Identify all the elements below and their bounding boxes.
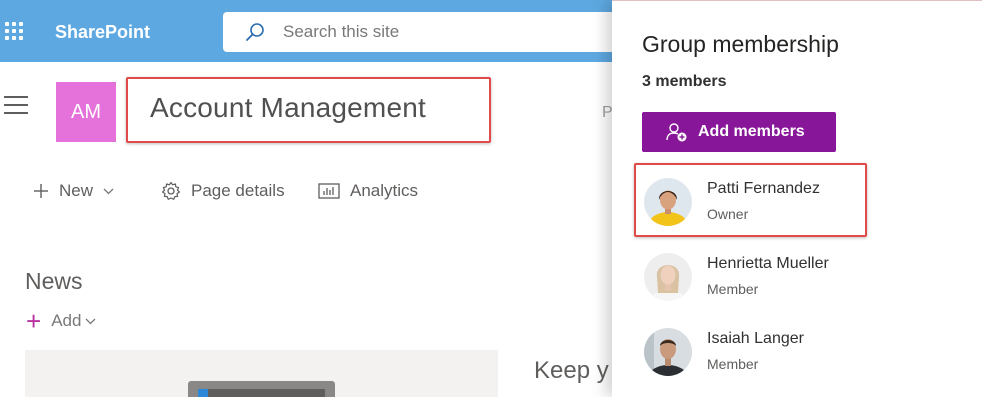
analytics-label: Analytics [350, 181, 419, 200]
group-membership-panel: Group membership 3 members Add members P… [612, 0, 982, 397]
panel-title: Group membership [642, 31, 839, 57]
add-member-icon [666, 123, 687, 142]
analytics-icon [318, 183, 340, 199]
chevron-down-icon [85, 318, 96, 324]
member-name: Henrietta Mueller [707, 255, 829, 272]
gear-icon [161, 181, 181, 200]
member-role: Member [707, 281, 759, 297]
suite-bar: SharePoint [0, 0, 623, 62]
news-add-label: Add [51, 311, 82, 330]
chevron-down-icon [103, 188, 114, 194]
avatar [644, 328, 692, 376]
plus-icon [34, 184, 48, 198]
news-heading: News [25, 268, 83, 294]
member-item[interactable]: Henrietta Mueller Member [644, 253, 944, 303]
member-name: Isaiah Langer [707, 330, 804, 347]
avatar [644, 178, 692, 226]
analytics-button[interactable]: Analytics [318, 181, 418, 201]
news-add-button[interactable]: + Add [26, 306, 96, 336]
member-role: Member [707, 356, 759, 372]
member-count: 3 members [642, 73, 727, 90]
new-label: New [59, 181, 94, 200]
news-card-image [188, 381, 335, 397]
avatar [644, 253, 692, 301]
partial-heading: Keep y [534, 357, 609, 384]
member-role: Owner [707, 206, 749, 222]
member-name: Patti Fernandez [707, 180, 820, 197]
member-item[interactable]: Isaiah Langer Member [644, 328, 944, 378]
site-logo[interactable]: AM [56, 82, 116, 142]
app-launcher-icon[interactable] [5, 22, 23, 40]
page-details-label: Page details [191, 181, 285, 200]
add-members-label: Add members [698, 123, 805, 140]
app-name[interactable]: SharePoint [55, 22, 150, 43]
search-icon [246, 23, 264, 41]
add-members-button[interactable]: Add members [642, 112, 836, 152]
plus-icon: + [26, 306, 42, 336]
search-input[interactable] [283, 12, 603, 52]
hamburger-icon[interactable] [4, 96, 28, 114]
new-button[interactable]: New [33, 181, 114, 201]
search-box[interactable] [223, 12, 623, 52]
page-details-button[interactable]: Page details [161, 181, 285, 201]
site-title[interactable]: Account Management [150, 92, 426, 124]
member-item[interactable]: Patti Fernandez Owner [644, 178, 944, 228]
